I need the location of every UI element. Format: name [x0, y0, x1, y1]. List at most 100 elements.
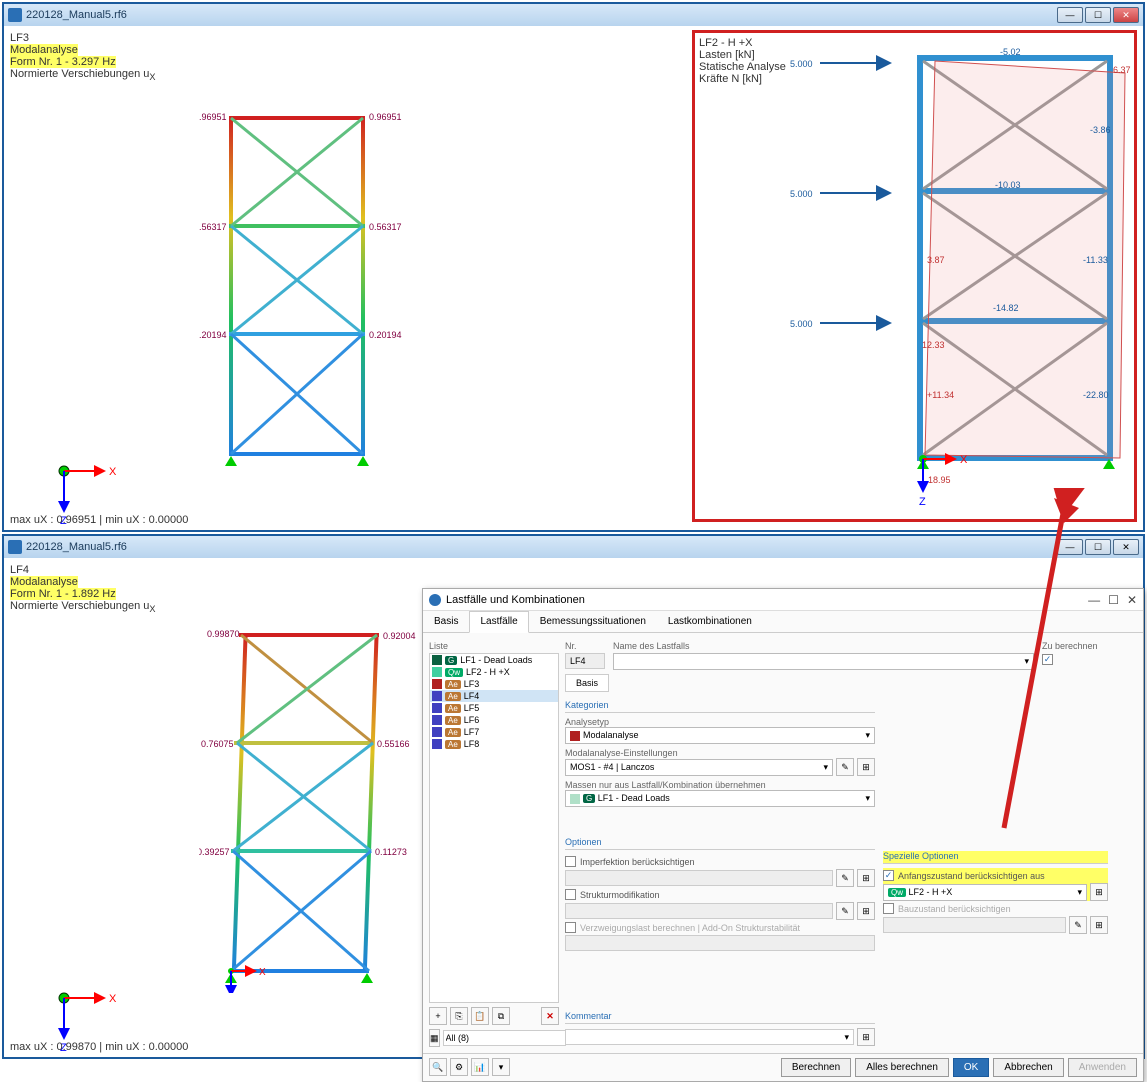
- window-title: 220128_Manual5.rf6: [26, 9, 127, 21]
- construction-stage-new-button[interactable]: ⊞: [1090, 916, 1108, 934]
- footer-tool1-button[interactable]: ⚙: [450, 1058, 468, 1076]
- calc-checkbox[interactable]: ✓: [1042, 654, 1053, 665]
- construction-stage-edit-button[interactable]: ✎: [1069, 916, 1087, 934]
- dialog-tab-lastfälle[interactable]: Lastfälle: [469, 611, 528, 633]
- imperfection-new-button[interactable]: ⊞: [857, 869, 875, 887]
- svg-text:+11.34: +11.34: [927, 390, 954, 400]
- construction-stage-input: [883, 917, 1066, 933]
- footer-search-button[interactable]: 🔍: [429, 1058, 447, 1076]
- svg-text:X: X: [259, 967, 266, 978]
- branching-checkbox: [565, 922, 576, 933]
- svg-text:X: X: [109, 466, 117, 478]
- dialog-tabs: BasisLastfälleBemessungssituationenLastk…: [423, 611, 1143, 633]
- footer-tool3-button[interactable]: ▾: [492, 1058, 510, 1076]
- comment-input[interactable]: ▾: [565, 1029, 854, 1045]
- filter-button[interactable]: ▦: [429, 1029, 440, 1047]
- svg-text:0.56317: 0.56317: [369, 222, 402, 232]
- branching-input: [565, 935, 875, 951]
- svg-text:5.000: 5.000: [790, 189, 813, 199]
- loadcase-item[interactable]: AeLF5: [430, 702, 558, 714]
- dialog-max-button[interactable]: ☐: [1108, 593, 1119, 607]
- svg-text:0.20194: 0.20194: [199, 330, 227, 340]
- structmod-edit-button[interactable]: ✎: [836, 902, 854, 920]
- svg-text:0.20194: 0.20194: [369, 330, 402, 340]
- app-icon: [8, 8, 22, 22]
- loadcase-item[interactable]: QwLF2 - H +X: [430, 666, 558, 678]
- svg-text:X: X: [109, 993, 117, 1005]
- loadcase-item[interactable]: AeLF8: [430, 738, 558, 750]
- svg-text:6.37: 6.37: [1113, 65, 1131, 75]
- comment-button[interactable]: ⊞: [857, 1028, 875, 1046]
- list-copy-button[interactable]: ⎘: [450, 1007, 468, 1025]
- dialog-icon: [429, 594, 441, 606]
- svg-text:5.000: 5.000: [790, 319, 813, 329]
- name-header: Name des Lastfalls: [613, 639, 1034, 653]
- nr-field: LF4: [565, 653, 605, 669]
- dialog-close-button[interactable]: ✕: [1127, 593, 1137, 607]
- list-delete-button[interactable]: ✕: [541, 1007, 559, 1025]
- tower-lf2: 5.000 5.000 5.000: [695, 33, 1140, 523]
- initial-state-edit-button[interactable]: ⊞: [1090, 883, 1108, 901]
- titlebar-2: 220128_Manual5.rf6 — ☐ ✕: [4, 536, 1143, 558]
- imperfection-checkbox[interactable]: [565, 856, 576, 867]
- svg-text:-11.33: -11.33: [1083, 255, 1108, 265]
- imperfection-edit-button[interactable]: ✎: [836, 869, 854, 887]
- name-dropdown[interactable]: ▾: [613, 653, 1034, 670]
- tower-lf3: 0.96951 0.96951 0.56317 0.56317 0.20194 …: [199, 106, 419, 476]
- loadcase-item[interactable]: AeLF3: [430, 678, 558, 690]
- analysis-type-dropdown[interactable]: Modalanalyse▾: [565, 727, 875, 744]
- svg-text:3.87: 3.87: [927, 255, 945, 265]
- vp1-stats: max uX : 0.96951 | min uX : 0.00000: [10, 514, 188, 526]
- titlebar-1: 220128_Manual5.rf6 — ☐ ✕: [4, 4, 1143, 26]
- svg-text:-3.86: -3.86: [1090, 125, 1111, 135]
- structmod-new-button[interactable]: ⊞: [857, 902, 875, 920]
- loadcase-item[interactable]: AeLF6: [430, 714, 558, 726]
- footer-tool2-button[interactable]: 📊: [471, 1058, 489, 1076]
- vp3-stats: max uX : 0.99870 | min uX : 0.00000: [10, 1041, 188, 1053]
- loadcases-dialog: Lastfälle und Kombinationen — ☐ ✕ BasisL…: [422, 588, 1144, 1082]
- filter-input[interactable]: [443, 1030, 566, 1046]
- loadcase-item[interactable]: GLF1 - Dead Loads: [430, 654, 558, 666]
- subtab-basis[interactable]: Basis: [565, 674, 609, 692]
- window-title-2: 220128_Manual5.rf6: [26, 541, 127, 553]
- calc-header: Zu berechnen: [1042, 639, 1137, 653]
- dialog-title: Lastfälle und Kombinationen: [446, 594, 585, 606]
- dialog-min-button[interactable]: —: [1088, 593, 1100, 607]
- options-header: Optionen: [565, 837, 875, 850]
- loadcase-list[interactable]: GLF1 - Dead LoadsQwLF2 - H +XAeLF3AeLF4A…: [429, 653, 559, 1003]
- list-paste-button[interactable]: 📋: [471, 1007, 489, 1025]
- dialog-tab-lastkombinationen[interactable]: Lastkombinationen: [657, 611, 763, 632]
- close-button[interactable]: ✕: [1113, 539, 1139, 555]
- mass-source-dropdown[interactable]: G LF1 - Dead Loads▾: [565, 790, 875, 807]
- modal-edit-button[interactable]: ✎: [836, 758, 854, 776]
- dialog-tab-basis[interactable]: Basis: [423, 611, 469, 632]
- dialog-tab-bemessungssituationen[interactable]: Bemessungssituationen: [529, 611, 657, 632]
- svg-text:5.000: 5.000: [790, 59, 813, 69]
- minimize-button[interactable]: —: [1057, 539, 1083, 555]
- maximize-button[interactable]: ☐: [1085, 7, 1111, 23]
- modal-new-button[interactable]: ⊞: [857, 758, 875, 776]
- svg-text:0.96951: 0.96951: [199, 112, 227, 122]
- app-icon: [8, 540, 22, 554]
- minimize-button[interactable]: —: [1057, 7, 1083, 23]
- svg-text:0.99870: 0.99870: [207, 629, 240, 639]
- svg-text:12.33: 12.33: [922, 340, 945, 350]
- maximize-button[interactable]: ☐: [1085, 539, 1111, 555]
- svg-text:-14.82: -14.82: [993, 303, 1019, 313]
- list-duplicate-button[interactable]: ⧉: [492, 1007, 510, 1025]
- svg-text:0.39257: 0.39257: [199, 847, 230, 857]
- svg-text:-5.02: -5.02: [1000, 47, 1021, 57]
- initial-state-checkbox[interactable]: ✓: [883, 870, 894, 881]
- construction-stage-checkbox: [883, 903, 894, 914]
- structmod-checkbox[interactable]: [565, 889, 576, 900]
- list-add-button[interactable]: +: [429, 1007, 447, 1025]
- modal-settings-dropdown[interactable]: MOS1 - #4 | Lanczos▾: [565, 759, 833, 776]
- loadcase-item[interactable]: AeLF7: [430, 726, 558, 738]
- close-button[interactable]: ✕: [1113, 7, 1139, 23]
- svg-text:0.76075: 0.76075: [201, 739, 234, 749]
- special-options-header: Spezielle Optionen: [883, 851, 1108, 864]
- vp3-legend: LF4 Modalanalyse Form Nr. 1 - 1.892 Hz N…: [10, 564, 156, 614]
- loadcase-item[interactable]: AeLF4: [430, 690, 558, 702]
- svg-text:0.55166: 0.55166: [377, 739, 410, 749]
- initial-state-dropdown[interactable]: Qw LF2 - H +X▾: [883, 884, 1087, 901]
